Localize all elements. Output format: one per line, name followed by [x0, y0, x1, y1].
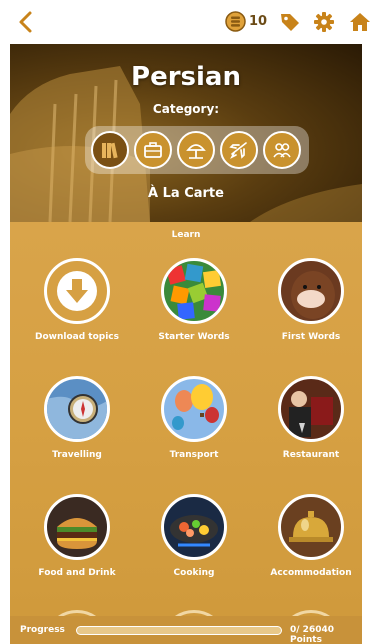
category-travel-button[interactable]	[220, 131, 258, 169]
topic-travelling[interactable]: Travelling	[19, 376, 135, 486]
topic-label: Food and Drink	[38, 568, 116, 578]
category-people-button[interactable]	[263, 131, 301, 169]
tag-icon[interactable]	[279, 11, 301, 33]
topic-label: Starter Words	[158, 332, 230, 342]
topic-label: Accommodation	[270, 568, 352, 578]
topic-label: Travelling	[52, 450, 102, 460]
hotel-bell-image	[278, 494, 344, 560]
burger-image	[44, 494, 110, 560]
progress-track	[76, 626, 282, 635]
topic-first-words[interactable]: First Words	[253, 258, 362, 368]
topic-label: Cooking	[173, 568, 215, 578]
home-icon[interactable]	[348, 10, 372, 34]
hot-air-balloons-image	[161, 376, 227, 442]
language-title: Persian	[131, 62, 241, 92]
progress-bar-panel: Progress 0/ 26040 Points	[10, 616, 362, 644]
letters-image	[161, 258, 227, 324]
cooking-pan-image	[161, 494, 227, 560]
category-books-button[interactable]	[91, 131, 129, 169]
progress-label: Progress	[20, 625, 65, 635]
airplane-icon	[229, 142, 247, 159]
category-label: Category:	[152, 102, 220, 116]
category-holiday-button[interactable]	[177, 131, 215, 169]
coin-icon[interactable]	[225, 11, 246, 32]
back-chevron-icon[interactable]	[14, 9, 40, 35]
compass-map-image	[44, 376, 110, 442]
top-bar: 10	[0, 0, 372, 44]
topic-food-and-drink[interactable]: Food and Drink	[19, 494, 135, 604]
hero-banner: Persian Category: À La Carte	[10, 44, 362, 222]
topics-panel: Learn Download topics Starter Words Firs…	[10, 222, 362, 616]
topic-starter-words[interactable]: Starter Words	[136, 258, 252, 368]
points-total: / 26040 Points	[290, 625, 334, 644]
topic-label: Download topics	[35, 332, 119, 342]
topic-transport[interactable]: Transport	[136, 376, 252, 486]
coin-count: 10	[249, 14, 268, 29]
topic-label: Transport	[169, 450, 219, 460]
download-icon	[44, 258, 110, 324]
topic-label: Restaurant	[282, 450, 340, 460]
baby-image	[278, 258, 344, 324]
topic-cooking[interactable]: Cooking	[136, 494, 252, 604]
category-selector	[85, 126, 309, 174]
category-name: À La Carte	[148, 186, 224, 201]
points-text: 0/ 26040 Points	[290, 625, 362, 644]
books-icon	[102, 142, 118, 159]
topic-download[interactable]: Download topics	[19, 258, 135, 368]
category-business-button[interactable]	[134, 131, 172, 169]
restaurant-image	[278, 376, 344, 442]
topic-accommodation[interactable]: Accommodation	[253, 494, 362, 604]
gear-icon[interactable]	[313, 11, 335, 33]
topic-restaurant[interactable]: Restaurant	[253, 376, 362, 486]
beach-umbrella-icon	[186, 144, 206, 159]
briefcase-icon	[144, 142, 162, 158]
people-icon	[273, 143, 291, 158]
section-label: Learn	[171, 230, 201, 240]
topic-label: First Words	[281, 332, 341, 342]
